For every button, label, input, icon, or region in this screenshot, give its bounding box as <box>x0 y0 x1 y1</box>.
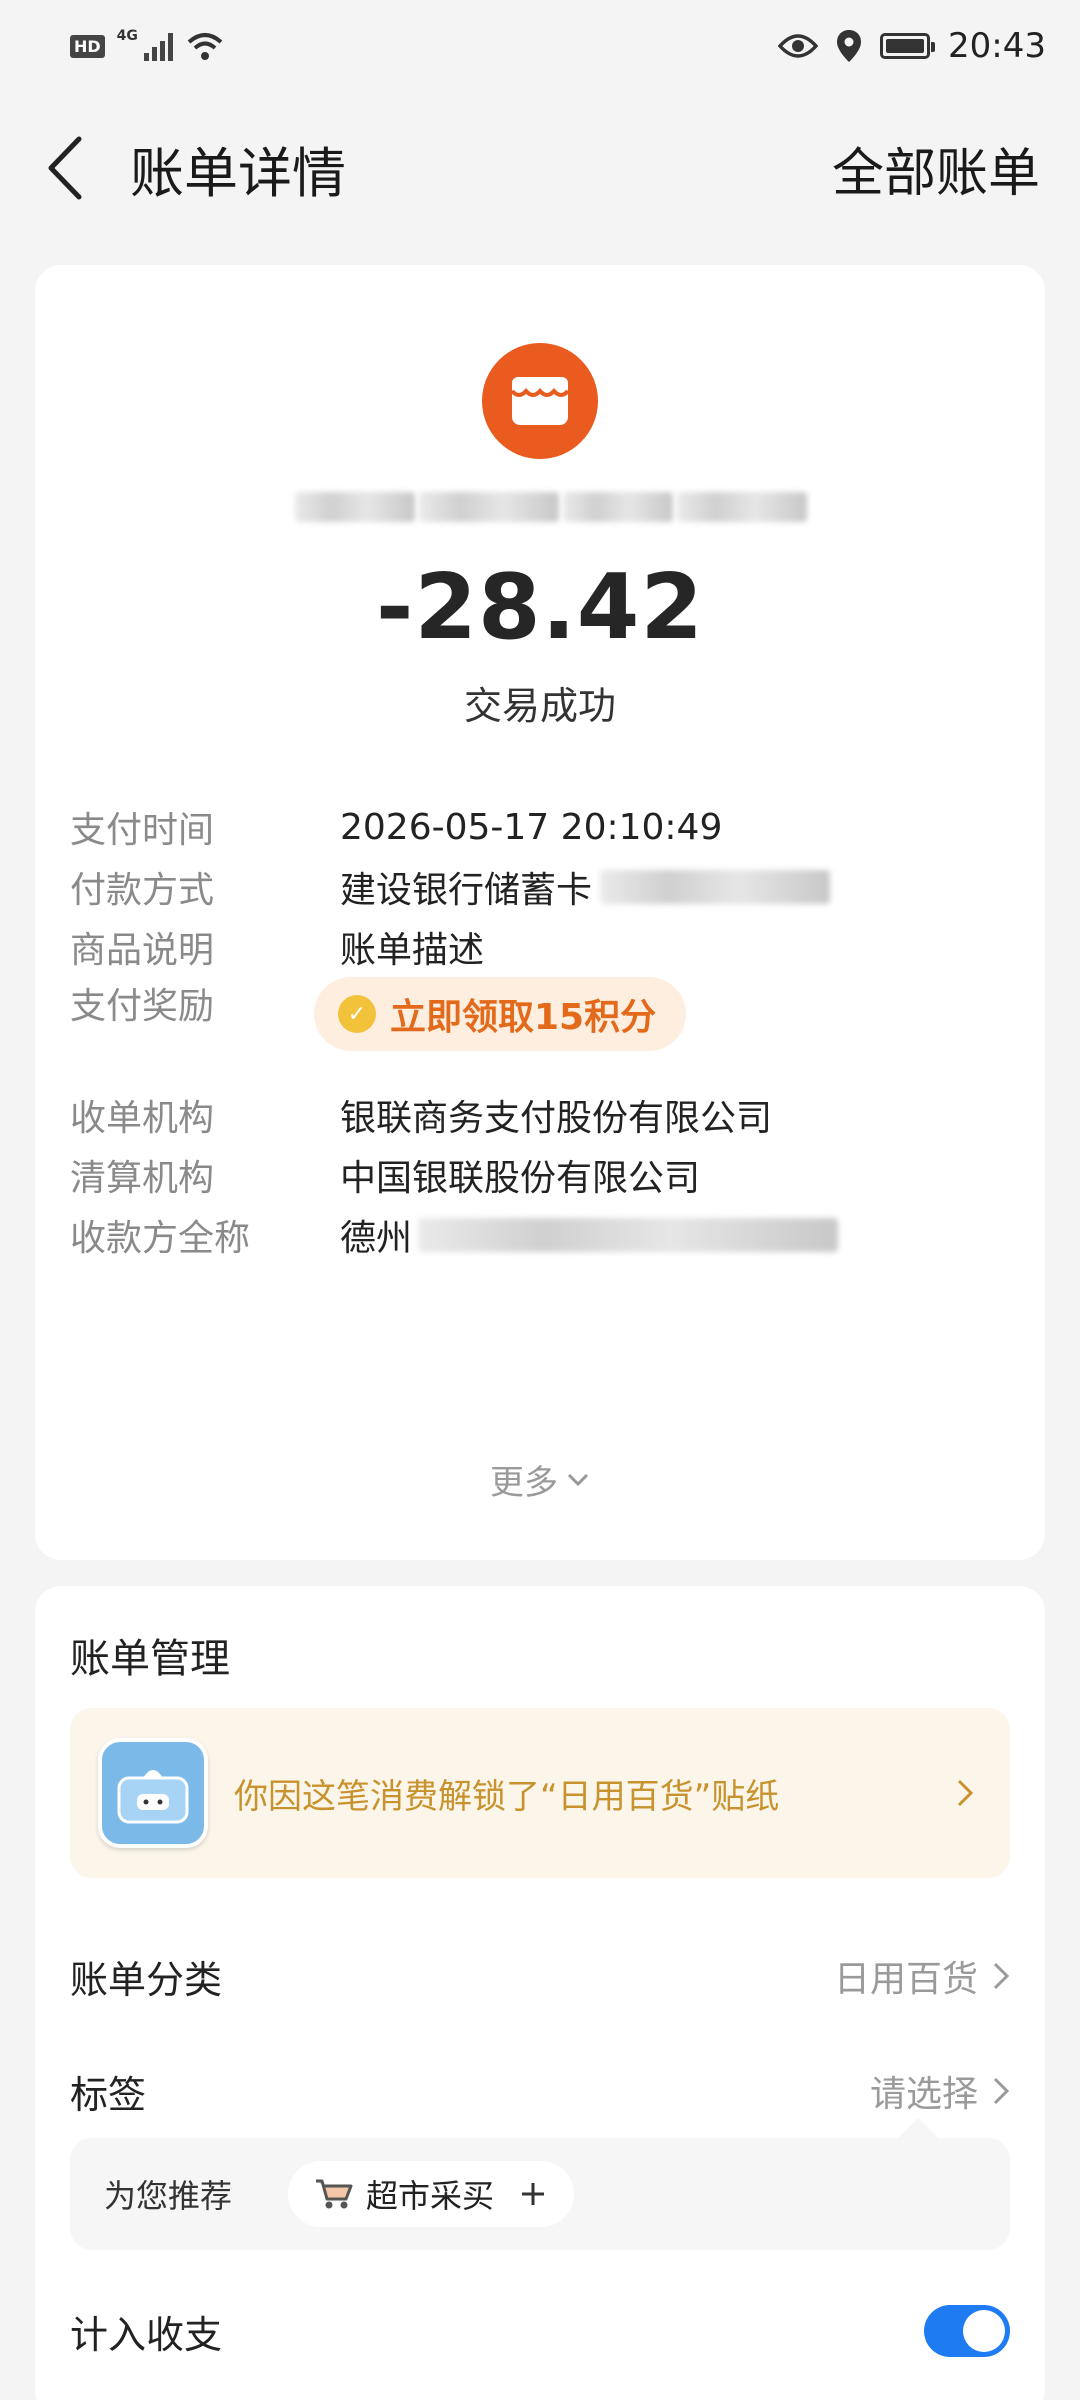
detail-value: 银联商务支付股份有限公司 <box>340 1098 773 1139</box>
detail-label: 收单机构 <box>70 1098 215 1139</box>
battery-icon <box>880 33 936 59</box>
detail-label: 清算机构 <box>70 1158 215 1199</box>
transaction-status: 交易成功 <box>463 684 616 728</box>
detail-value: 中国银联股份有限公司 <box>340 1158 701 1199</box>
location-icon <box>837 30 862 62</box>
card-number-redacted <box>600 870 831 904</box>
category-value-group: 日用百货 <box>834 1950 1010 2002</box>
chevron-right-icon <box>957 1779 974 1807</box>
section-title: 账单管理 <box>70 1636 230 1682</box>
detail-value: 建设银行储蓄卡 <box>340 861 831 913</box>
more-label: 更多 <box>490 1463 558 1503</box>
detail-value: 2026-05-17 20:10:49 <box>340 806 723 848</box>
coin-icon: ✓ <box>338 995 376 1033</box>
detail-label: 商品说明 <box>70 930 215 971</box>
bill-card: -28.42 交易成功 支付时间 2026-05-17 20:10:49 付款方… <box>35 265 1045 1560</box>
pay-method-text: 建设银行储蓄卡 <box>340 870 593 911</box>
eye-icon <box>778 34 819 58</box>
recommend-tag-label: 超市采买 <box>366 2177 495 2215</box>
tag-row[interactable]: 标签 请选择 <box>70 2051 1010 2131</box>
tissue-box-sticker-icon <box>98 1738 208 1848</box>
back-button[interactable] <box>40 128 90 208</box>
recommend-tag-chip[interactable]: 超市采买 <box>288 2161 575 2227</box>
amount: -28.42 <box>375 555 705 660</box>
detail-row-payee: 收款方全称 德州 <box>70 1205 1010 1265</box>
tag-value-group: 请选择 <box>870 2065 1010 2117</box>
reward-claim-button[interactable]: ✓ 立即领取15积分 <box>314 977 687 1051</box>
status-right: 20:43 <box>778 26 1046 66</box>
network-type: 4G <box>116 28 138 44</box>
merchant-name-redacted <box>295 475 815 539</box>
header-left: 账单详情 <box>40 128 346 208</box>
chevron-down-icon <box>567 1473 589 1486</box>
store-icon <box>482 343 598 459</box>
chevron-left-icon <box>48 136 82 200</box>
detail-row-description: 商品说明 账单描述 <box>70 917 1010 977</box>
include-toggle[interactable] <box>924 2305 1010 2357</box>
detail-label: 支付时间 <box>70 810 215 851</box>
detail-label: 收款方全称 <box>70 1218 251 1259</box>
more-button[interactable]: 更多 <box>35 1455 1045 1504</box>
tag-recommendations: 为您推荐 超市采买 <box>70 2118 1010 2250</box>
sticker-unlock-banner[interactable]: 你因这笔消费解锁了“日用百货”贴纸 <box>70 1708 1010 1878</box>
detail-row-clearing: 清算机构 中国银联股份有限公司 <box>70 1145 1010 1205</box>
payee-text: 德州 <box>340 1218 413 1259</box>
detail-value: 账单描述 <box>340 930 485 971</box>
detail-label: 付款方式 <box>70 870 215 911</box>
reward-text: 立即领取15积分 <box>390 997 657 1038</box>
sticker-text: 你因这笔消费解锁了“日用百货”贴纸 <box>234 1776 780 1817</box>
include-label: 计入收支 <box>70 2312 223 2357</box>
page-title: 账单详情 <box>130 141 346 205</box>
payee-name-redacted <box>418 1218 839 1252</box>
detail-label: 支付奖励 <box>70 986 215 1027</box>
signal-icon <box>143 31 173 61</box>
shopping-cart-icon <box>316 2179 353 2209</box>
wifi-icon <box>187 33 223 60</box>
hd-badge: HD <box>70 34 105 58</box>
detail-value: 德州 <box>340 1209 839 1261</box>
detail-row-pay-time: 支付时间 2026-05-17 20:10:49 <box>70 797 1010 857</box>
category-value: 日用百货 <box>833 1959 978 2000</box>
chevron-right-icon <box>993 2077 1010 2105</box>
toggle-knob <box>963 2310 1005 2352</box>
header: 账单详情 全部账单 <box>0 118 1080 218</box>
detail-row-pay-method: 付款方式 建设银行储蓄卡 <box>70 857 1010 917</box>
tag-value: 请选择 <box>869 2074 978 2115</box>
bill-management-card: 账单管理 你因这笔消费解锁了“日用百货”贴纸 账单分类 日用百货 标签 请选择 … <box>35 1586 1045 2400</box>
recommend-label: 为您推荐 <box>104 2177 233 2215</box>
clock: 20:43 <box>948 26 1046 66</box>
all-bills-link[interactable]: 全部账单 <box>832 131 1040 206</box>
detail-row-acquirer: 收单机构 银联商务支付股份有限公司 <box>70 1085 1010 1145</box>
bill-category-row[interactable]: 账单分类 日用百货 <box>70 1936 1010 2016</box>
tag-label: 标签 <box>70 2072 147 2117</box>
status-bar: HD 4G 20:43 <box>0 0 1080 92</box>
category-label: 账单分类 <box>70 1957 223 2002</box>
plus-icon <box>522 2183 545 2205</box>
chevron-right-icon <box>993 1962 1010 1990</box>
detail-row-reward: 支付奖励 ✓ 立即领取15积分 <box>70 977 1010 1067</box>
include-in-budget-row: 计入收支 <box>70 2291 1010 2371</box>
status-left: HD 4G <box>70 28 225 62</box>
